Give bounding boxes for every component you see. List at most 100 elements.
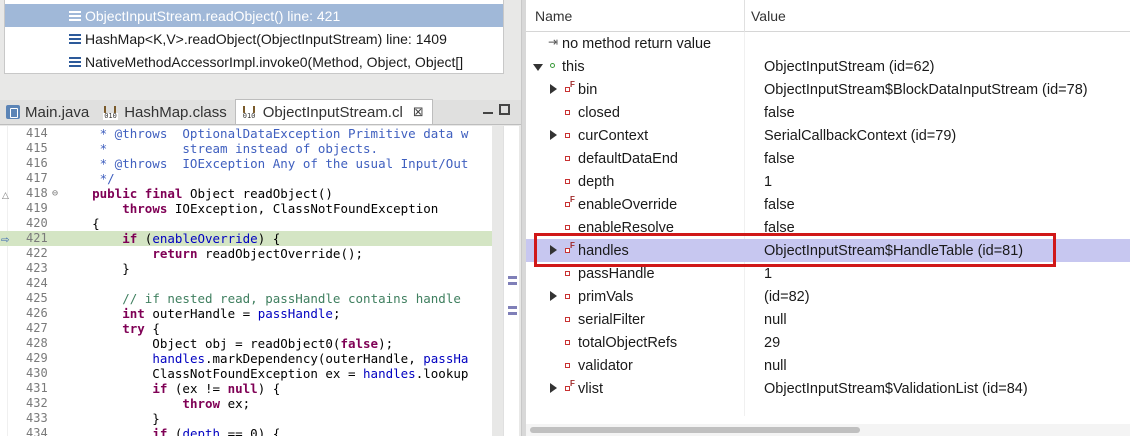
field-icon	[564, 267, 574, 279]
variable-value: false	[764, 196, 795, 213]
tab-hashmap-class[interactable]: 010 HashMap.class	[97, 100, 235, 124]
scrollbar-thumb[interactable]	[530, 427, 860, 433]
field-icon	[564, 290, 574, 302]
code-text: throws IOException, ClassNotFoundExcepti…	[122, 201, 439, 216]
variable-row-curcontext[interactable]: curContext SerialCallbackContext (id=79)	[526, 124, 1130, 147]
code-text: if (depth == 0) {	[152, 426, 281, 436]
variable-row-defaultdataend[interactable]: defaultDataEnd false	[526, 147, 1130, 170]
code-text: ClassNotFoundException ex = handles.look…	[62, 366, 469, 381]
overview-ruler[interactable]	[503, 126, 519, 436]
tab-main-java[interactable]: Main.java	[0, 100, 97, 124]
variable-row-enableresolve[interactable]: enableResolve false	[526, 216, 1130, 239]
horizontal-scrollbar[interactable]	[526, 424, 1130, 436]
stack-frame-item[interactable]: NativeMethodAccessorImpl.invoke0(Method,…	[5, 50, 503, 73]
expand-arrow-icon[interactable]	[550, 130, 560, 140]
code-line[interactable]: 414 * @throws OptionalDataException Prim…	[0, 126, 492, 141]
code-line[interactable]: 427 try {	[0, 321, 492, 336]
close-tab-icon[interactable]: ⊠	[413, 104, 424, 120]
expand-arrow-icon[interactable]	[550, 84, 560, 94]
code-editor[interactable]: 414 * @throws OptionalDataException Prim…	[0, 126, 492, 436]
editor-tab-bar: Main.java 010 HashMap.class 010 ObjectInputS…	[0, 99, 521, 125]
expand-arrow-icon[interactable]	[550, 245, 560, 255]
line-number: 425	[26, 291, 48, 305]
variable-value: false	[764, 219, 795, 236]
code-line[interactable]: 428 Object obj = readObject0(false);	[0, 336, 492, 351]
code-line[interactable]: 433 }	[0, 411, 492, 426]
fold-toggle-icon[interactable]: ⊖	[52, 186, 58, 201]
variable-row-bin[interactable]: Fbin ObjectInputStream$BlockDataInputStre…	[526, 78, 1130, 101]
line-number: 420	[26, 216, 48, 230]
variable-name: totalObjectRefs	[578, 334, 678, 351]
java-file-icon	[6, 105, 20, 119]
variable-name: curContext	[578, 127, 649, 144]
overview-marker[interactable]	[508, 312, 517, 315]
code-line[interactable]: 417 */	[0, 171, 492, 186]
stack-frame-icon	[69, 10, 81, 21]
instruction-pointer-icon: ⇨	[1, 235, 10, 246]
variable-name: enableOverride	[578, 196, 678, 213]
code-text: public final Object readObject()	[92, 186, 333, 201]
collapse-arrow-icon[interactable]	[533, 64, 543, 74]
code-line[interactable]: 415 * stream instead of objects.	[0, 141, 492, 156]
variable-row-passhandle[interactable]: passHandle 1	[526, 262, 1130, 285]
variable-row-primvals[interactable]: primVals (id=82)	[526, 285, 1130, 308]
variable-row-validator[interactable]: validator null	[526, 354, 1130, 377]
line-number: 421	[26, 231, 48, 245]
variable-row-closed[interactable]: closed false	[526, 101, 1130, 124]
stack-frame-label: HashMap<K,V>.readObject(ObjectInputStrea…	[85, 30, 447, 47]
code-line[interactable]: 430 ClassNotFoundException ex = handles.…	[0, 366, 492, 381]
code-line[interactable]: 425 // if nested read, passHandle contai…	[0, 291, 492, 306]
variable-row-totalobjectrefs[interactable]: totalObjectRefs 29	[526, 331, 1130, 354]
expand-arrow-icon[interactable]	[550, 383, 560, 393]
variable-row-serialfilter[interactable]: serialFilter null	[526, 308, 1130, 331]
minimize-icon[interactable]	[483, 104, 493, 114]
maximize-icon[interactable]	[499, 104, 510, 115]
code-line[interactable]: 422 return readObjectOverride();	[0, 246, 492, 261]
code-line[interactable]: 431 if (ex != null) {	[0, 381, 492, 396]
variable-row-handles[interactable]: Fhandles ObjectInputStream$HandleTable (i…	[526, 239, 1130, 262]
column-header-name[interactable]: Name	[535, 8, 572, 24]
stack-frame-icon	[69, 56, 81, 67]
overview-marker[interactable]	[508, 276, 517, 279]
current-code-line[interactable]: 421 if (enableOverride) {	[0, 231, 492, 246]
overview-marker[interactable]	[508, 282, 517, 285]
code-text: if (enableOverride) {	[122, 231, 281, 246]
line-number: 431	[26, 381, 48, 395]
tab-label: HashMap.class	[124, 103, 227, 121]
variable-value: 1	[764, 265, 773, 282]
stack-frame-list[interactable]: ObjectInputStream.readObject() line: 421…	[4, 0, 504, 74]
column-header-value[interactable]: Value	[751, 8, 786, 24]
code-text: {	[62, 216, 100, 231]
variable-value: ObjectInputStream (id=62)	[764, 58, 935, 75]
code-line[interactable]: 434 if (depth == 0) {	[0, 426, 492, 436]
variable-name: depth	[578, 173, 615, 190]
variable-value: false	[764, 104, 795, 121]
code-line[interactable]: 426 int outerHandle = passHandle;	[0, 306, 492, 321]
tab-objectinputstream-cl[interactable]: 010 ObjectInputStream.cl ⊠	[234, 99, 433, 124]
line-number: 432	[26, 396, 48, 410]
stack-frame-item[interactable]: HashMap<K,V>.readObject(ObjectInputStrea…	[5, 27, 503, 50]
variable-row-vlist[interactable]: Fvlist ObjectInputStream$ValidationList (…	[526, 377, 1130, 400]
variable-row-enableoverride[interactable]: FenableOverride false	[526, 193, 1130, 216]
variable-row-this[interactable]: this ObjectInputStream (id=62)	[526, 55, 1130, 78]
variable-row-no-method-return-value[interactable]: ⇥ no method return value	[526, 32, 1130, 55]
code-line[interactable]: 419 throws IOException, ClassNotFoundExc…	[0, 201, 492, 216]
code-line[interactable]: 423 }	[0, 261, 492, 276]
variable-row-depth[interactable]: depth 1	[526, 170, 1130, 193]
field-icon	[564, 106, 574, 118]
code-line[interactable]: 429 handles.markDependency(outerHandle, …	[0, 351, 492, 366]
code-line[interactable]: 418 ⊖ public final Object readObject()	[0, 186, 492, 201]
code-line[interactable]: 416 * @throws IOException Any of the usu…	[0, 156, 492, 171]
variable-name: validator	[578, 357, 633, 374]
variable-value: SerialCallbackContext (id=79)	[764, 127, 957, 144]
code-text: return readObjectOverride();	[152, 246, 364, 261]
code-line[interactable]: 424	[0, 276, 492, 291]
line-number: 422	[26, 246, 48, 260]
code-line[interactable]: 420 {	[0, 216, 492, 231]
line-number: 418	[26, 186, 48, 200]
expand-arrow-icon[interactable]	[550, 291, 560, 301]
stack-frame-item[interactable]: ObjectInputStream.readObject() line: 421	[5, 4, 503, 27]
column-divider[interactable]	[744, 0, 745, 32]
code-line[interactable]: 432 throw ex;	[0, 396, 492, 411]
overview-marker[interactable]	[508, 306, 517, 309]
